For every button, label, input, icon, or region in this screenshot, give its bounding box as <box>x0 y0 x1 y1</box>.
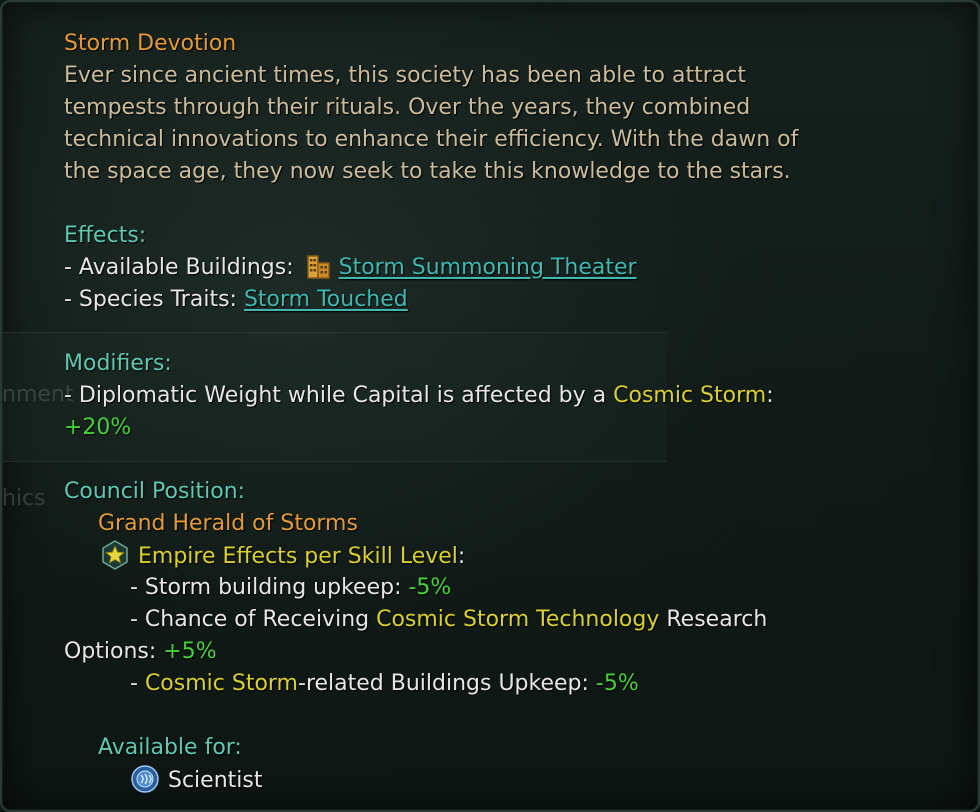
available-buildings-label: - Available Buildings: <box>64 255 294 280</box>
options-value: +5% <box>163 639 217 664</box>
tech-chance-continuation: Options: +5% <box>64 636 217 668</box>
background-label: hics <box>2 486 46 511</box>
cosmic-storm-highlight: Cosmic Storm <box>613 383 767 408</box>
options-label: Options: <box>64 639 164 664</box>
tooltip-title: Storm Devotion <box>64 31 237 56</box>
available-buildings-line: - Available Buildings: Storm Summoning T… <box>64 252 637 284</box>
modifiers-heading: Modifiers: <box>64 351 172 376</box>
storm-upkeep-label: - Storm building upkeep: <box>130 575 409 600</box>
description-line: the space age, they now seek to take thi… <box>64 159 791 184</box>
star-icon <box>100 540 130 570</box>
modifier-value: +20% <box>64 415 132 440</box>
tech-chance-prefix: - Chance of Receiving <box>130 607 377 632</box>
scientist-line: Scientist <box>130 764 262 796</box>
related-upkeep-line: - Cosmic Storm-related Buildings Upkeep:… <box>130 668 639 700</box>
storm-touched-link[interactable]: Storm Touched <box>244 287 408 312</box>
empire-effects-label: Empire Effects per Skill Level <box>138 544 458 569</box>
modifier-line: - Diplomatic Weight while Capital is aff… <box>64 380 774 412</box>
tech-chance-suffix: Research <box>659 607 768 632</box>
related-upkeep-value: -5% <box>595 671 639 696</box>
cosmic-storm-highlight: Cosmic Storm <box>144 671 298 696</box>
species-traits-line: - Species Traits: Storm Touched <box>64 284 408 316</box>
empire-effects-line: Empire Effects per Skill Level: <box>100 540 465 572</box>
empire-effects-colon: : <box>457 544 466 569</box>
storm-upkeep-line: - Storm building upkeep: -5% <box>130 572 451 604</box>
council-position-heading: Council Position: <box>64 479 246 504</box>
storm-summoning-theater-link[interactable]: Storm Summoning Theater <box>339 255 637 280</box>
scientist-icon <box>130 764 160 794</box>
species-traits-label: - Species Traits: <box>64 287 237 312</box>
storm-upkeep-value: -5% <box>408 575 452 600</box>
available-for-heading: Available for: <box>98 735 242 760</box>
modifier-text: - Diplomatic Weight while Capital is aff… <box>64 383 614 408</box>
council-position-name: Grand Herald of Storms <box>98 511 358 536</box>
description-line: technical innovations to enhance their e… <box>64 127 799 152</box>
scientist-label: Scientist <box>168 768 263 793</box>
tech-chance-line: - Chance of Receiving Cosmic Storm Techn… <box>130 604 767 636</box>
background-label: nment <box>2 382 74 407</box>
cosmic-storm-technology-highlight: Cosmic Storm Technology <box>376 607 660 632</box>
tooltip-panel: nment hics Storm Devotion Ever since anc… <box>0 0 980 812</box>
related-dash: - <box>130 671 145 696</box>
effects-heading: Effects: <box>64 223 147 248</box>
related-upkeep-label: -related Buildings Upkeep: <box>298 671 596 696</box>
modifier-colon: : <box>766 383 774 408</box>
description-line: tempests through their rituals. Over the… <box>64 95 751 120</box>
description-line: Ever since ancient times, this society h… <box>64 63 746 88</box>
building-icon <box>305 252 333 280</box>
